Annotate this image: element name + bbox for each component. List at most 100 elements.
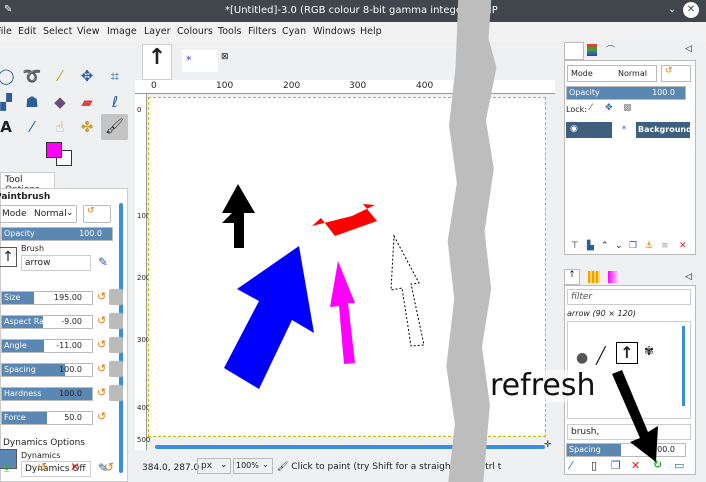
layer-mode-select[interactable]: Mode Normal	[567, 65, 657, 82]
new-layer-group-icon[interactable]: ⊤	[571, 241, 579, 251]
lock-position-icon[interactable]: ✥	[605, 103, 613, 113]
ellipse-select-icon[interactable]: ◯	[0, 64, 18, 88]
menu-colours[interactable]: Colours	[177, 26, 213, 37]
duplicate-layer-icon[interactable]: ❐	[629, 241, 637, 251]
image-tab-arrow[interactable]: ↑	[142, 44, 172, 80]
close-button[interactable]: ✕	[683, 2, 699, 18]
dynamics-options-expander[interactable]: Dynamics Options	[3, 438, 85, 448]
link-chain-icon[interactable]	[109, 385, 123, 401]
menu-image[interactable]: Image	[107, 26, 137, 37]
paths-icon[interactable]: ℓ	[103, 90, 127, 114]
link-chain-icon[interactable]	[109, 313, 123, 329]
layer-opacity-slider[interactable]: Opacity 100.0	[566, 86, 686, 100]
brush-name-field[interactable]: arrow	[21, 255, 91, 271]
new-layer-icon[interactable]: ▙	[587, 241, 594, 251]
minimize-icon[interactable]: ⌄	[668, 4, 676, 15]
paintbrush-tool-icon[interactable]: 🖌	[101, 114, 128, 140]
visibility-eye-icon[interactable]: ◉	[570, 124, 578, 134]
menu-filters[interactable]: Filters	[248, 26, 276, 37]
panel-menu-icon[interactable]: ◁	[685, 44, 692, 54]
save-options-icon[interactable]: ⤓	[4, 460, 9, 475]
link-chain-icon[interactable]	[109, 289, 123, 305]
option-slider-force[interactable]: Force 50.0	[1, 411, 93, 425]
text-tool-icon[interactable]: A	[0, 115, 18, 139]
menu-cyan[interactable]: Cyan	[282, 26, 306, 37]
heal-icon[interactable]: ✤	[75, 115, 99, 139]
brush-filter-input[interactable]: filter	[567, 289, 691, 305]
link-chain-icon[interactable]	[109, 361, 123, 377]
menu-edit[interactable]: Edit	[18, 26, 36, 37]
opacity-slider[interactable]: Opacity 100.0	[1, 227, 113, 241]
open-brush-as-image-icon[interactable]: ▭	[674, 459, 684, 472]
brush-scrollbar[interactable]	[682, 326, 685, 406]
eraser-icon[interactable]: ▰	[75, 90, 99, 114]
menu-layer[interactable]: Layer	[144, 26, 171, 37]
edit-brush-icon[interactable]: ⁄	[570, 459, 572, 472]
tab-paths[interactable]: ⌒	[606, 43, 615, 56]
tab-layers[interactable]	[564, 42, 584, 60]
lasso-icon[interactable]: ➰	[20, 64, 44, 88]
tab-tool-options[interactable]: Tool Options	[0, 172, 55, 195]
option-slider-hardness[interactable]: Hardness 100.0	[1, 387, 93, 401]
edit-brush-icon[interactable]: ✎	[98, 255, 108, 269]
lock-pixels-icon[interactable]: ⁄	[590, 103, 592, 113]
layer-mode-reset[interactable]: ↺	[661, 65, 691, 82]
option-slider-aspect-ratio[interactable]: Aspect Ratio -9.00	[1, 315, 93, 329]
delete-layer-icon[interactable]: ✕	[679, 241, 687, 251]
option-slider-spacing[interactable]: Spacing 100.0	[1, 363, 93, 377]
tab-patterns[interactable]	[588, 271, 600, 283]
zoom-select[interactable]: 100% ⌄	[233, 458, 273, 474]
option-slider-size[interactable]: Size 195.00	[1, 291, 93, 305]
tab-gradients[interactable]	[608, 271, 620, 283]
panel-menu-icon[interactable]: ◁	[685, 272, 692, 282]
link-chain-icon[interactable]	[109, 337, 123, 353]
restore-options-icon[interactable]: ↺	[37, 460, 47, 474]
reset-icon[interactable]: ↺	[97, 410, 106, 423]
menu-file[interactable]: File	[0, 26, 12, 37]
brush-line[interactable]: ╱	[596, 346, 606, 365]
brush-arrow-selected[interactable]: ↑	[616, 342, 638, 364]
merge-layer-icon[interactable]: ≡	[661, 241, 669, 251]
lower-layer-icon[interactable]: ⌄	[615, 241, 623, 251]
brush-fuzzy-circle[interactable]: ●	[576, 350, 588, 366]
move-icon[interactable]: ✥	[75, 64, 99, 88]
close-tab-icon[interactable]: ⊠	[221, 52, 229, 62]
brush-splatter[interactable]: ✾	[644, 344, 654, 358]
dynamics-field[interactable]: Dynamics Off	[21, 461, 91, 477]
menu-help[interactable]: Help	[360, 26, 382, 37]
foreground-color[interactable]	[46, 142, 62, 158]
reset-icon[interactable]: ↺	[97, 290, 106, 303]
layer-row-background[interactable]: ◉ ⁎ Background	[566, 122, 692, 138]
crop-icon[interactable]: ⌗	[103, 64, 127, 88]
warp-icon[interactable]: ☗	[20, 90, 44, 114]
bucket-fill-icon[interactable]: ◆	[48, 90, 72, 114]
image-tab-untitled[interactable]: ⁎	[182, 50, 218, 72]
smudge-icon[interactable]: ☝	[48, 115, 72, 139]
delete-options-icon[interactable]: ✕	[70, 460, 80, 474]
fuzzy-select-icon[interactable]: ⁄	[48, 64, 72, 88]
horizontal-scrollbar[interactable]	[155, 445, 545, 449]
color-picker-icon[interactable]: ⁄	[20, 115, 44, 139]
reset-icon[interactable]: ↺	[97, 386, 106, 399]
lock-alpha-icon[interactable]: ▩	[623, 103, 632, 113]
unit-select[interactable]: px ⌄	[197, 458, 231, 474]
tab-channels[interactable]	[587, 44, 597, 56]
reset-options-icon[interactable]: ↺	[104, 460, 114, 474]
menu-windows[interactable]: Windows	[313, 26, 355, 37]
navigate-icon[interactable]: ✛	[544, 440, 552, 450]
new-brush-icon[interactable]: ▯	[591, 459, 597, 472]
option-slider-angle[interactable]: Angle -11.00	[1, 339, 93, 353]
anchor-layer-icon[interactable]: ⚓	[645, 241, 653, 251]
reset-icon[interactable]: ↺	[97, 314, 106, 327]
menu-tools[interactable]: Tools	[218, 26, 241, 37]
reset-icon[interactable]: ↺	[97, 338, 106, 351]
tab-brushes[interactable]: ↑	[564, 269, 580, 285]
menu-view[interactable]: View	[77, 26, 100, 37]
transform-icon[interactable]: ▞	[0, 90, 18, 114]
reset-icon[interactable]: ↺	[97, 362, 106, 375]
brush-preview-icon[interactable]: ↑	[0, 247, 17, 267]
mode-reset-button[interactable]: ↺	[83, 205, 111, 223]
menu-select[interactable]: Select	[43, 26, 72, 37]
mode-select[interactable]: Mode Normal ⌄	[0, 205, 77, 223]
raise-layer-icon[interactable]: ⌃	[601, 241, 609, 251]
